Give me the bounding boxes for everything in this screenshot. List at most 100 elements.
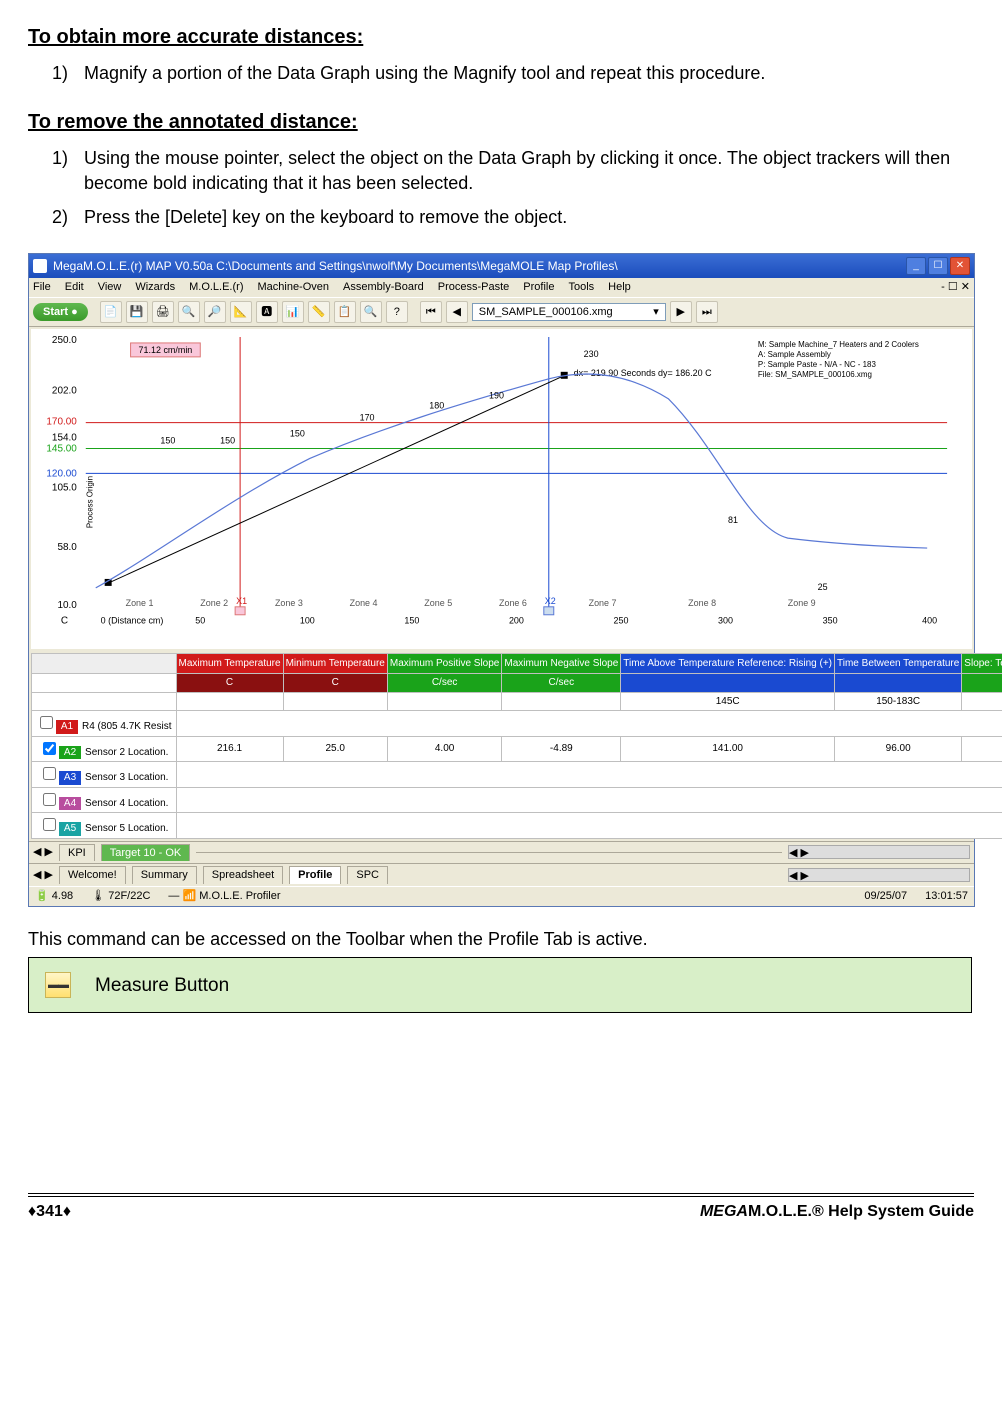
- svg-text:Process Origin: Process Origin: [86, 476, 95, 528]
- table-row[interactable]: A1R4 (805 4.7K Resist: [32, 711, 1002, 737]
- remove-steps: Using the mouse pointer, select the obje…: [28, 146, 974, 229]
- zoom-out-icon[interactable]: 🔎: [204, 301, 226, 323]
- tab-summary[interactable]: Summary: [132, 866, 197, 884]
- col-header: Maximum Negative Slope: [502, 654, 621, 674]
- svg-text:154.0: 154.0: [52, 433, 77, 444]
- svg-text:Zone 6: Zone 6: [499, 598, 527, 608]
- svg-text:50: 50: [195, 616, 205, 626]
- svg-text:100: 100: [300, 616, 315, 626]
- tab-row-main: ◀ ▶ Welcome! Summary Spreadsheet Profile…: [29, 863, 974, 886]
- menu-machine[interactable]: Machine-Oven: [257, 280, 329, 295]
- svg-text:202.0: 202.0: [52, 386, 77, 397]
- statusbar: 🔋 4.98 🌡 72F/22C — 📶 M.O.L.E. Profiler 0…: [29, 886, 974, 906]
- tab-target[interactable]: Target 10 - OK: [101, 844, 191, 862]
- note-text: Measure Button: [95, 973, 229, 999]
- remove-step-2: Press the [Delete] key on the keyboard t…: [78, 205, 974, 229]
- toolbar-button[interactable]: ⏮: [420, 301, 442, 323]
- obtain-step-1: Magnify a portion of the Data Graph usin…: [78, 61, 974, 85]
- tab-kpi[interactable]: KPI: [59, 844, 95, 862]
- svg-text:71.12 cm/min: 71.12 cm/min: [139, 345, 193, 355]
- window-title: MegaM.O.L.E.(r) MAP V0.50a C:\Documents …: [53, 258, 618, 274]
- svg-text:10.0: 10.0: [57, 600, 77, 611]
- tab-nav[interactable]: ◀ ▶: [33, 868, 53, 883]
- mdi-controls[interactable]: - ☐ ✕: [941, 280, 970, 295]
- table-row[interactable]: A3Sensor 3 Location.: [32, 762, 1002, 788]
- menu-view[interactable]: View: [98, 280, 122, 295]
- toolbar-button[interactable]: ⏭: [696, 301, 718, 323]
- toolbar-button[interactable]: 📐: [230, 301, 252, 323]
- sensor-checkbox[interactable]: [40, 716, 53, 729]
- start-button[interactable]: Start ●: [33, 303, 88, 322]
- table-row[interactable]: A4Sensor 4 Location.: [32, 787, 1002, 813]
- toolbar-button[interactable]: 🔍: [360, 301, 382, 323]
- file-dropdown[interactable]: SM_SAMPLE_000106.xmg▾: [472, 303, 666, 322]
- tab-spc[interactable]: SPC: [347, 866, 388, 884]
- svg-text:150: 150: [160, 436, 175, 446]
- svg-text:120.00: 120.00: [46, 468, 77, 479]
- tab-nav[interactable]: ◀ ▶: [33, 845, 53, 860]
- menubar: File Edit View Wizards M.O.L.E.(r) Machi…: [29, 278, 974, 297]
- remove-step-1: Using the mouse pointer, select the obje…: [78, 146, 974, 195]
- svg-text:250.0: 250.0: [52, 335, 77, 346]
- zoom-in-icon[interactable]: 🔍: [178, 301, 200, 323]
- svg-text:58.0: 58.0: [57, 542, 77, 553]
- menu-profile[interactable]: Profile: [523, 280, 554, 295]
- svg-text:M: Sample Machine_7 Heaters an: M: Sample Machine_7 Heaters and 2 Cooler…: [758, 340, 919, 349]
- svg-text:180: 180: [429, 401, 444, 411]
- chevron-down-icon: ▾: [653, 305, 659, 320]
- maximize-button[interactable]: ☐: [928, 257, 948, 275]
- sensor-checkbox[interactable]: [43, 793, 56, 806]
- close-button[interactable]: ✕: [950, 257, 970, 275]
- toolbar-button[interactable]: 💾: [126, 301, 148, 323]
- toolbar-button[interactable]: 🅰: [256, 301, 278, 323]
- menu-edit[interactable]: Edit: [65, 280, 84, 295]
- menu-assembly[interactable]: Assembly-Board: [343, 280, 424, 295]
- toolbar-button[interactable]: ◀: [446, 301, 468, 323]
- svg-text:Zone 2: Zone 2: [200, 598, 228, 608]
- svg-text:dx= 219.90 Seconds dy= 186.20: dx= 219.90 Seconds dy= 186.20 C: [574, 368, 712, 378]
- tab-welcome[interactable]: Welcome!: [59, 866, 126, 884]
- col-header: Slope: Temperature to Peak: [962, 654, 1002, 674]
- toolbar-button[interactable]: 📄: [100, 301, 122, 323]
- table-row[interactable]: A2Sensor 2 Location. 216.1 25.0 4.00 -4.…: [32, 736, 1002, 762]
- toolbar-button[interactable]: 📋: [334, 301, 356, 323]
- tab-profile[interactable]: Profile: [289, 866, 341, 884]
- help-icon[interactable]: ?: [386, 301, 408, 323]
- sensor-checkbox[interactable]: [43, 742, 56, 755]
- menu-help[interactable]: Help: [608, 280, 631, 295]
- menu-file[interactable]: File: [33, 280, 51, 295]
- data-graph[interactable]: 250.0 202.0 170.00 154.0 145.00 120.00 1…: [31, 329, 972, 649]
- menu-wizards[interactable]: Wizards: [135, 280, 175, 295]
- svg-text:81: 81: [728, 515, 738, 525]
- scrollbar[interactable]: ◀ ▶: [788, 868, 970, 882]
- col-header: Time Above Temperature Reference: Rising…: [621, 654, 835, 674]
- svg-text:Zone 9: Zone 9: [788, 598, 816, 608]
- scrollbar[interactable]: ◀ ▶: [788, 845, 970, 859]
- sensor-checkbox[interactable]: [43, 818, 56, 831]
- minimize-button[interactable]: _: [906, 257, 926, 275]
- svg-text:250: 250: [614, 616, 629, 626]
- menu-tools[interactable]: Tools: [568, 280, 594, 295]
- page-number: 341: [36, 1201, 63, 1223]
- svg-text:Zone 3: Zone 3: [275, 598, 303, 608]
- measure-icon: ▬▬: [45, 972, 71, 998]
- sensor-checkbox[interactable]: [43, 767, 56, 780]
- toolbar-button[interactable]: ▶: [670, 301, 692, 323]
- menu-process[interactable]: Process-Paste: [438, 280, 510, 295]
- tab-spreadsheet[interactable]: Spreadsheet: [203, 866, 283, 884]
- svg-text:Zone 8: Zone 8: [688, 598, 716, 608]
- table-row[interactable]: A5Sensor 5 Location.: [32, 813, 1002, 839]
- svg-text:X2: X2: [545, 596, 556, 606]
- toolbar-button[interactable]: 📊: [282, 301, 304, 323]
- svg-text:200: 200: [509, 616, 524, 626]
- menu-mole[interactable]: M.O.L.E.(r): [189, 280, 243, 295]
- heading-obtain: To obtain more accurate distances:: [28, 24, 974, 51]
- measure-icon[interactable]: 📏: [308, 301, 330, 323]
- svg-text:File: SM_SAMPLE_000106.xmg: File: SM_SAMPLE_000106.xmg: [758, 370, 872, 379]
- svg-text:Zone 7: Zone 7: [589, 598, 617, 608]
- toolbar-button[interactable]: 🖨: [152, 301, 174, 323]
- svg-text:350: 350: [823, 616, 838, 626]
- window-titlebar: MegaM.O.L.E.(r) MAP V0.50a C:\Documents …: [29, 254, 974, 278]
- after-text: This command can be accessed on the Tool…: [28, 927, 974, 951]
- svg-text:Zone 4: Zone 4: [350, 598, 378, 608]
